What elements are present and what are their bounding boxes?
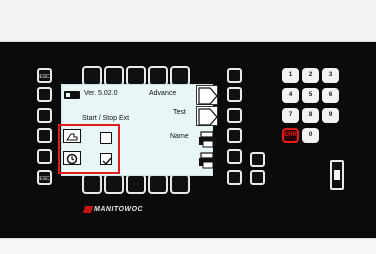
keypad-key-0[interactable]: 0 — [302, 128, 319, 143]
test-label: Test — [173, 109, 186, 116]
left-key-3[interactable] — [37, 108, 52, 123]
test-button[interactable] — [196, 106, 218, 126]
name-label: Name — [170, 133, 189, 140]
keypad-key-3[interactable]: 3 — [322, 68, 339, 83]
left-key-5[interactable] — [37, 149, 52, 164]
print-icon[interactable] — [198, 151, 218, 169]
switch-knob — [334, 170, 340, 180]
top-key-5[interactable] — [170, 66, 190, 86]
advance-label: Advance — [149, 90, 177, 97]
left-key-4[interactable] — [37, 128, 52, 143]
check-icon — [102, 157, 112, 166]
bottom-key-5[interactable] — [170, 174, 190, 194]
bottom-key-3[interactable] — [126, 174, 146, 194]
brand-logo: MANITOWOC — [94, 206, 144, 213]
clock-icon — [66, 153, 78, 165]
advance-button[interactable] — [196, 85, 218, 105]
chevron-right-icon — [198, 108, 218, 126]
right-key-top[interactable] — [227, 68, 242, 83]
hand-icon — [66, 133, 78, 141]
keypad-key-7[interactable]: 7 — [282, 108, 299, 123]
top-key-3[interactable] — [126, 66, 146, 86]
device-bottom-bezel — [0, 238, 376, 254]
side-key-b[interactable] — [250, 170, 265, 185]
right-key-3[interactable] — [227, 108, 242, 123]
keypad-key-2[interactable]: 2 — [302, 68, 319, 83]
bottom-key-2[interactable] — [104, 174, 124, 194]
device-icon — [64, 91, 80, 99]
top-key-1[interactable] — [82, 66, 102, 86]
keypad-key-8[interactable]: 8 — [302, 108, 319, 123]
right-key-bottom[interactable] — [227, 170, 242, 185]
keypad-key-1[interactable]: 1 — [282, 68, 299, 83]
hand-button[interactable] — [63, 129, 81, 143]
keypad-key-4[interactable]: 4 — [282, 88, 299, 103]
left-key-2[interactable] — [37, 87, 52, 102]
left-key-bottom[interactable]: ESC — [37, 170, 52, 185]
screen-title: Start / Stop Ext — [82, 115, 130, 122]
version-label: Ver. 5.02.0 — [84, 90, 118, 97]
checkbox-unchecked[interactable] — [100, 132, 112, 144]
right-key-4[interactable] — [227, 128, 242, 143]
keypad-key-9[interactable]: 9 — [322, 108, 339, 123]
right-key-5[interactable] — [227, 149, 242, 164]
device-top-bezel — [0, 0, 376, 42]
keypad-key-5[interactable]: 5 — [302, 88, 319, 103]
top-key-4[interactable] — [148, 66, 168, 86]
left-key-top[interactable]: ESC — [37, 68, 52, 83]
keypad-key-6[interactable]: 6 — [322, 88, 339, 103]
bottom-key-4[interactable] — [148, 174, 168, 194]
print-icon[interactable] — [198, 130, 218, 148]
switch-control[interactable] — [330, 160, 344, 190]
checkbox-checked[interactable] — [100, 153, 112, 166]
keypad-key-error[interactable]: ERR — [282, 128, 299, 143]
bottom-key-1[interactable] — [82, 174, 102, 194]
clock-button[interactable] — [63, 151, 81, 165]
top-key-2[interactable] — [104, 66, 124, 86]
side-key-a[interactable] — [250, 152, 265, 167]
chevron-right-icon — [198, 87, 218, 105]
right-key-2[interactable] — [227, 87, 242, 102]
